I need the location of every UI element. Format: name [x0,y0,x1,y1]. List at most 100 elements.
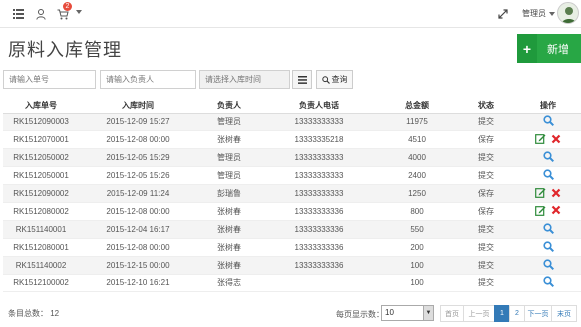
page-title: 原料入库管理 [8,40,122,60]
cell-phone: 13333333333 [261,184,377,203]
cell-phone: 13333333333 [261,113,377,132]
cell-no: RK151140002 [3,256,79,275]
table-row[interactable]: RK1512090002 2015-12-09 11:24 彭瑞鲁 133333333… [3,184,581,203]
cart-count-badge: 2 [63,2,72,11]
cell-time: 2015-12-09 11:24 [79,184,197,203]
col-header-person[interactable]: 负责人 [197,98,261,114]
view-search-icon[interactable] [542,276,554,289]
table-row[interactable]: RK1512070001 2015-12-08 00:00 张树春 133333352… [3,130,581,150]
pager-last[interactable]: 末页 [551,305,577,322]
user-name[interactable]: 管理员 [522,8,546,19]
cell-status: 保存 [457,184,515,203]
user-menu-caret[interactable] [549,12,555,16]
per-page-value: 10 [385,308,394,317]
col-header-order-no[interactable]: 入库单号 [3,98,79,114]
cell-amount: 11975 [377,113,457,132]
cell-person: 彭瑞鲁 [197,184,261,203]
cell-actions [515,166,581,186]
view-search-icon[interactable] [542,241,554,254]
col-header-status[interactable]: 状态 [457,98,515,114]
cell-actions [515,113,581,132]
cell-person: 张得志 [197,274,261,293]
pagination: 首页 上一页 1 2 下一页 末页 [440,305,577,322]
delete-icon[interactable] [551,205,561,217]
cell-status: 提交 [457,256,515,275]
table-row[interactable]: RK1512050001 2015-12-05 15:26 管理员 133333333… [3,166,581,186]
pager-first[interactable]: 首页 [440,305,464,322]
delete-icon[interactable] [551,134,561,146]
cell-no: RK1512080002 [3,202,79,221]
cell-amount: 1250 [377,184,457,203]
cell-time: 2015-12-09 15:27 [79,113,197,132]
cell-time: 2015-12-08 00:00 [79,238,197,257]
table-row[interactable]: RK151140002 2015-12-15 00:00 张树春 1333333333… [3,256,581,275]
cell-person: 张树春 [197,220,261,239]
person-input[interactable] [100,70,196,89]
chevron-down-icon[interactable]: ▼ [423,306,433,320]
menu-list-icon[interactable] [11,7,25,21]
pager-page-2[interactable]: 2 [509,305,525,322]
cell-actions [515,256,581,275]
cell-amount: 550 [377,220,457,239]
add-button-label: 新增 [547,43,569,56]
cell-time: 2015-12-15 00:00 [79,256,197,275]
edit-icon[interactable] [535,187,546,200]
view-search-icon[interactable] [542,169,554,182]
table-header-row: 入库单号 入库时间 负责人 负责人电话 总金额 状态 操作 [3,98,581,114]
table-row[interactable]: RK1512050002 2015-12-05 15:29 管理员 133333333… [3,148,581,168]
cell-no: RK1512050001 [3,166,79,186]
fullscreen-expand-icon[interactable] [496,7,510,21]
cell-status: 提交 [457,220,515,239]
per-page-select[interactable]: 10 ▼ [381,305,434,321]
col-header-amount[interactable]: 总金额 [377,98,457,114]
order-no-input[interactable] [3,70,96,89]
per-page-label: 每页显示数： [336,310,384,319]
view-search-icon[interactable] [542,115,554,128]
list-view-button[interactable] [292,70,312,89]
cell-time: 2015-12-08 00:00 [79,202,197,221]
cell-no: RK151140001 [3,220,79,239]
cell-no: RK1512090003 [3,113,79,132]
cell-amount: 200 [377,238,457,257]
col-header-phone[interactable]: 负责人电话 [261,98,377,114]
cart-dropdown-caret[interactable] [76,10,82,14]
total-count: 条目总数： 12 [8,309,60,318]
cell-person: 张树春 [197,130,261,150]
cell-actions [515,130,581,150]
cell-amount: 2400 [377,166,457,186]
delete-icon[interactable] [551,188,561,200]
search-button[interactable]: 查询 [316,70,353,89]
table-row[interactable]: RK1512080001 2015-12-08 00:00 张树春 133333333… [3,238,581,257]
cell-no: RK1512070001 [3,130,79,150]
edit-icon[interactable] [535,205,546,218]
pager-prev[interactable]: 上一页 [463,305,495,322]
table-row[interactable]: RK1512090003 2015-12-09 15:27 管理员 133333333… [3,113,581,132]
user-profile-icon[interactable] [34,7,48,21]
cell-phone [261,274,377,293]
pager-next[interactable]: 下一页 [524,305,552,322]
cell-person: 管理员 [197,113,261,132]
cell-status: 提交 [457,274,515,293]
cell-status: 保存 [457,130,515,150]
cell-phone: 13333333336 [261,202,377,221]
add-button[interactable]: + 新增 [517,34,581,63]
table-row[interactable]: RK1512080002 2015-12-08 00:00 张树春 133333333… [3,202,581,221]
avatar[interactable] [557,2,579,24]
cell-person: 张树春 [197,238,261,257]
table-row[interactable]: RK151140001 2015-12-04 16:17 张树春 1333333333… [3,220,581,239]
view-search-icon[interactable] [542,151,554,164]
col-header-time[interactable]: 入库时间 [79,98,197,114]
cell-no: RK1512090002 [3,184,79,203]
view-search-icon[interactable] [542,223,554,236]
table-row[interactable]: RK1512100002 2015-12-10 16:21 张得志 100 提交 [3,274,581,293]
pager-page-1[interactable]: 1 [494,305,510,322]
time-picker-input[interactable] [199,70,290,89]
cell-person: 张树春 [197,256,261,275]
edit-icon[interactable] [535,133,546,146]
cell-status: 提交 [457,166,515,186]
view-search-icon[interactable] [542,258,554,272]
cell-no: RK1512100002 [3,274,79,293]
cell-status: 提交 [457,113,515,132]
cell-status: 保存 [457,202,515,221]
search-button-label: 查询 [331,75,348,84]
